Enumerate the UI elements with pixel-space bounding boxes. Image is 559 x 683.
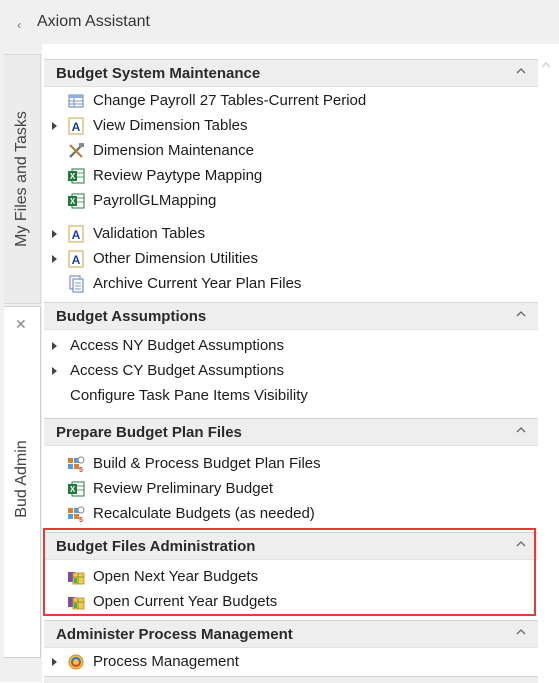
section-header-administer-process-management[interactable]: Administer Process Management: [44, 620, 538, 648]
item-label: Recalculate Budgets (as needed): [93, 505, 315, 522]
text-a-icon: A: [68, 250, 84, 268]
item-label: View Dimension Tables: [93, 117, 248, 134]
section-header-budget-files-administration[interactable]: Budget Files Administration: [44, 532, 538, 560]
chevron-up-icon[interactable]: [516, 309, 526, 319]
section-header-prepare-budget-plan-files[interactable]: Prepare Budget Plan Files: [44, 418, 538, 446]
list-item[interactable]: X Review Paytype Mapping: [42, 164, 536, 189]
close-icon[interactable]: ✕: [15, 317, 27, 331]
expand-arrow-icon[interactable]: [52, 367, 57, 375]
section-header-budget-system-maintenance[interactable]: Budget System Maintenance: [44, 59, 538, 87]
list-item[interactable]: Open Current Year Budgets: [42, 590, 536, 615]
item-label: Open Next Year Budgets: [93, 568, 259, 585]
panel-title: Axiom Assistant: [37, 13, 150, 30]
item-label: Access NY Budget Assumptions: [70, 337, 284, 354]
list-item[interactable]: A Other Dimension Utilities: [42, 247, 536, 272]
document-icon: [69, 275, 84, 293]
section-title: Administer Process Management: [56, 626, 293, 643]
section-title: Budget Files Administration: [56, 538, 256, 555]
list-item[interactable]: Dimension Maintenance: [42, 139, 536, 164]
item-label: Change Payroll 27 Tables-Current Period: [93, 92, 367, 109]
expand-arrow-icon[interactable]: [52, 230, 57, 238]
list-item[interactable]: A Validation Tables: [42, 222, 536, 247]
list-item[interactable]: A View Dimension Tables: [42, 114, 536, 139]
assistant-header: ‹ Axiom Assistant: [0, 0, 559, 44]
item-label: Validation Tables: [93, 225, 206, 242]
excel-icon: X: [68, 193, 85, 209]
item-label: Build & Process Budget Plan Files: [93, 455, 321, 472]
list-item[interactable]: 5 Recalculate Budgets (as needed): [42, 502, 536, 527]
section-title: Budget System Maintenance: [56, 65, 261, 82]
chevron-up-icon[interactable]: [516, 425, 526, 435]
list-item[interactable]: Access CY Budget Assumptions: [42, 359, 536, 384]
list-item[interactable]: X Review Preliminary Budget: [42, 477, 536, 502]
svg-text:5: 5: [79, 467, 83, 473]
item-label: Dimension Maintenance: [93, 142, 254, 159]
chevron-up-icon[interactable]: [516, 66, 526, 76]
list-item[interactable]: Open Next Year Budgets: [42, 565, 536, 590]
svg-text:X: X: [70, 172, 76, 181]
excel-icon: X: [68, 481, 85, 497]
list-item[interactable]: Access NY Budget Assumptions: [42, 334, 536, 359]
svg-text:A: A: [72, 228, 81, 242]
list-item[interactable]: 5 Build & Process Budget Plan Files: [42, 452, 536, 477]
text-a-icon: A: [68, 225, 84, 243]
expand-arrow-icon[interactable]: [52, 255, 57, 263]
item-label: Review Paytype Mapping: [93, 167, 263, 184]
tab-label: Bud Admin: [13, 440, 30, 518]
vertical-tab-bar: My Files and Tasks ✕ Bud Admin: [0, 44, 42, 682]
excel-icon: X: [68, 168, 85, 184]
list-item[interactable]: X PayrollGLMapping: [42, 189, 536, 214]
svg-text:A: A: [72, 120, 81, 134]
item-label: Other Dimension Utilities: [93, 250, 259, 267]
process-management-icon: [68, 654, 84, 670]
process-grid-icon: 5: [68, 506, 85, 523]
expand-arrow-icon[interactable]: [52, 658, 57, 666]
task-pane: Budget System Maintenance Change Payroll…: [42, 44, 559, 683]
item-label: Access CY Budget Assumptions: [70, 362, 284, 379]
tools-icon: [69, 143, 84, 158]
scroll-up-icon[interactable]: [539, 58, 553, 78]
svg-text:X: X: [70, 197, 76, 206]
tab-label: My Files and Tasks: [13, 111, 30, 247]
list-item[interactable]: Archive Current Year Plan Files: [42, 272, 536, 297]
svg-text:5: 5: [79, 517, 83, 523]
section-header-budget-assumptions[interactable]: Budget Assumptions: [44, 302, 538, 330]
item-label: Archive Current Year Plan Files: [93, 275, 302, 292]
section-title: Prepare Budget Plan Files: [56, 424, 242, 441]
expand-arrow-icon[interactable]: [52, 342, 57, 350]
chevron-left-icon[interactable]: ‹: [12, 18, 26, 32]
chevron-up-icon[interactable]: [516, 627, 526, 637]
item-label: Process Management: [93, 653, 239, 670]
svg-text:X: X: [70, 485, 76, 494]
list-item[interactable]: Change Payroll 27 Tables-Current Period: [42, 89, 536, 114]
section-title: Budget Assumptions: [56, 308, 207, 325]
text-a-icon: A: [68, 117, 84, 135]
open-budget-icon: [68, 572, 85, 585]
tab-bud-admin[interactable]: ✕ Bud Admin: [4, 306, 41, 658]
item-label: PayrollGLMapping: [93, 192, 217, 209]
expand-arrow-icon[interactable]: [52, 122, 57, 130]
chevron-up-icon[interactable]: [516, 539, 526, 549]
table-icon: [68, 94, 84, 108]
list-item[interactable]: Process Management: [42, 650, 536, 675]
list-item[interactable]: Configure Task Pane Items Visibility: [42, 384, 536, 409]
item-label: Open Current Year Budgets: [93, 593, 278, 610]
svg-text:A: A: [72, 253, 81, 267]
item-label: Configure Task Pane Items Visibility: [70, 387, 308, 404]
item-label: Review Preliminary Budget: [93, 480, 274, 497]
tab-my-files-and-tasks[interactable]: My Files and Tasks: [4, 54, 41, 304]
open-budget-icon: [68, 597, 85, 610]
process-grid-icon: 5: [68, 456, 85, 473]
